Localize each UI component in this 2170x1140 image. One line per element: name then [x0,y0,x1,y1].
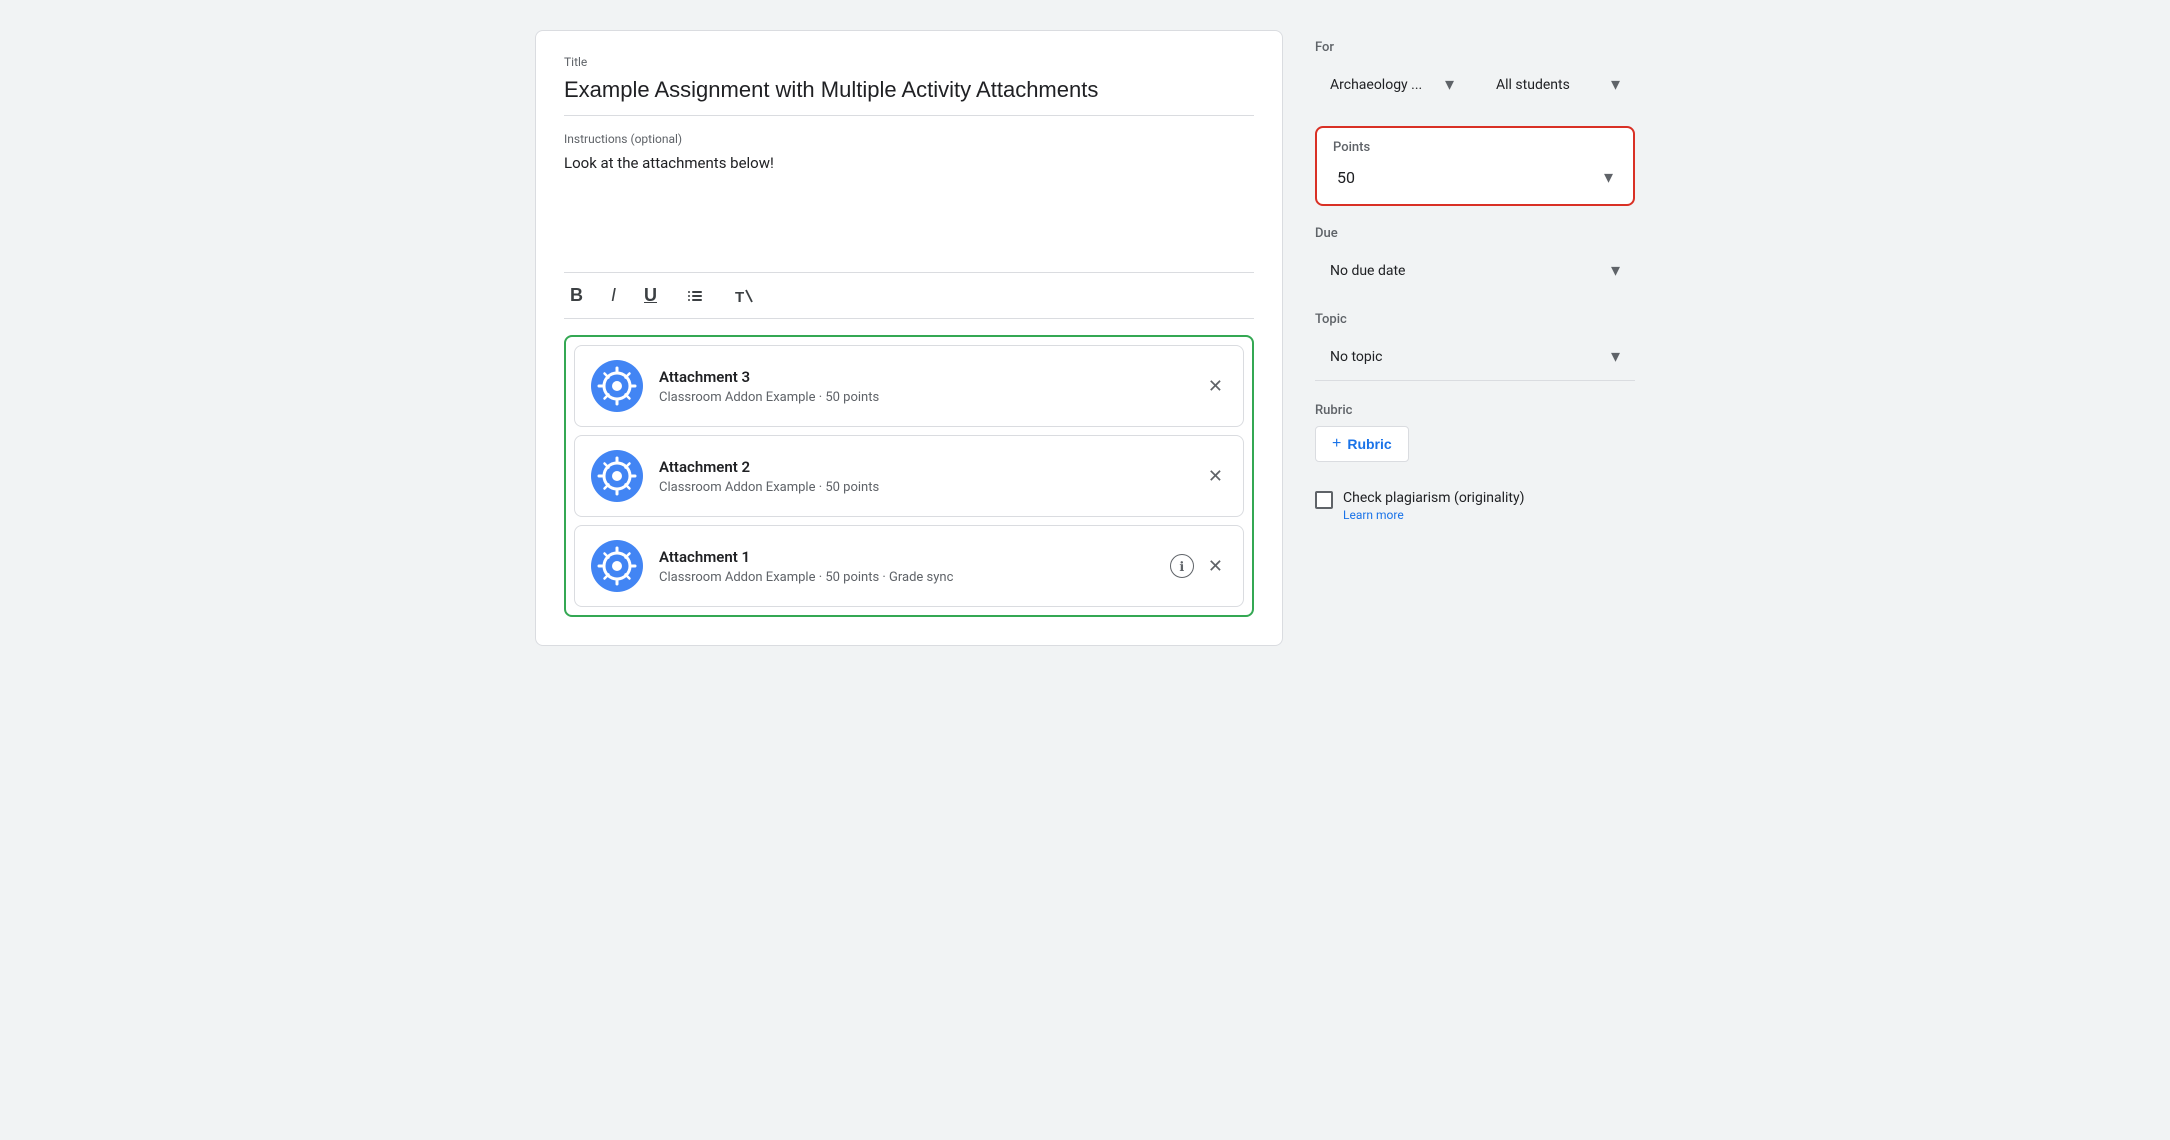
list-button[interactable] [679,282,711,310]
title-input[interactable] [564,73,1254,111]
learn-more-link[interactable]: Learn more [1343,508,1524,522]
rubric-btn-label: Rubric [1347,436,1391,452]
class-dropdown-chevron-icon: ▾ [1445,74,1454,95]
students-dropdown-chevron-icon: ▾ [1611,74,1620,95]
students-dropdown-wrap: All students ▾ [1481,63,1635,106]
points-dropdown[interactable]: 50 ▾ [1333,165,1617,190]
rubric-section: Rubric + Rubric [1315,403,1635,462]
for-row: Archaeology ... ▾ All students ▾ [1315,63,1635,106]
instructions-label: Instructions (optional) [564,132,1254,146]
attachment-title-2: Attachment 2 [659,458,1188,476]
title-field: Title [564,55,1254,111]
class-dropdown-wrap: Archaeology ... ▾ [1315,63,1469,106]
italic-button[interactable]: I [605,281,622,310]
svg-text:T: T [735,289,744,306]
attachment-subtitle-2: Classroom Addon Example · 50 points [659,480,1188,495]
topic-value: No topic [1330,349,1382,365]
attachment-actions-1: ℹ ✕ [1170,553,1227,579]
points-section: Points 50 ▾ [1315,126,1635,206]
due-chevron-icon: ▾ [1611,260,1620,281]
plagiarism-section: Check plagiarism (originality) Learn mor… [1315,490,1635,522]
remove-attachment-1-button[interactable]: ✕ [1204,553,1227,579]
instructions-text[interactable]: Look at the attachments below! [564,152,1254,175]
rubric-plus-icon: + [1332,435,1341,453]
for-section: For Archaeology ... ▾ All students ▾ [1315,40,1635,106]
due-value: No due date [1330,263,1405,279]
points-value: 50 [1337,168,1355,187]
attachment-title-1: Attachment 1 [659,548,1154,566]
points-chevron-icon: ▾ [1604,167,1613,188]
clear-format-button[interactable]: T [727,282,759,310]
topic-section: Topic No topic ▾ [1315,312,1635,383]
addon-icon-2 [591,450,643,502]
addon-icon-3 [591,360,643,412]
list-icon [685,286,705,306]
clear-format-icon: T [733,286,753,306]
for-label: For [1315,40,1635,55]
attachment-subtitle-1: Classroom Addon Example · 50 points · Gr… [659,570,1154,585]
topic-dropdown[interactable]: No topic ▾ [1315,335,1635,378]
addon-icon-1 [591,540,643,592]
underline-button[interactable]: U [638,281,663,310]
remove-attachment-3-button[interactable]: ✕ [1204,373,1227,399]
attachment-card-3: Attachment 3 Classroom Addon Example · 5… [574,345,1244,427]
students-dropdown[interactable]: All students ▾ [1481,63,1635,106]
attachment-info-3: Attachment 3 Classroom Addon Example · 5… [659,368,1188,405]
rubric-button[interactable]: + Rubric [1315,426,1409,462]
due-section: Due No due date ▾ [1315,226,1635,292]
attachment-actions-2: ✕ [1204,463,1227,489]
remove-attachment-2-button[interactable]: ✕ [1204,463,1227,489]
attachment-subtitle-3: Classroom Addon Example · 50 points [659,390,1188,405]
plagiarism-text: Check plagiarism (originality) Learn mor… [1343,490,1524,522]
attachment-info-1: Attachment 1 Classroom Addon Example · 5… [659,548,1154,585]
points-label: Points [1333,140,1617,155]
class-dropdown-value: Archaeology ... [1330,77,1422,93]
attachment-card-2: Attachment 2 Classroom Addon Example · 5… [574,435,1244,517]
assignment-settings: For Archaeology ... ▾ All students ▾ [1315,30,1635,646]
class-dropdown[interactable]: Archaeology ... ▾ [1315,63,1469,106]
topic-divider [1315,380,1635,381]
topic-chevron-icon: ▾ [1611,346,1620,367]
due-label: Due [1315,226,1635,241]
due-dropdown[interactable]: No due date ▾ [1315,249,1635,292]
students-dropdown-value: All students [1496,77,1570,93]
rubric-label: Rubric [1315,403,1635,418]
instructions-field: Instructions (optional) Look at the atta… [564,132,1254,252]
plagiarism-label: Check plagiarism (originality) [1343,490,1524,506]
title-label: Title [564,55,1254,69]
attachments-container: Attachment 3 Classroom Addon Example · 5… [564,335,1254,617]
title-divider [564,115,1254,116]
attachment-title-3: Attachment 3 [659,368,1188,386]
info-attachment-1-button[interactable]: ℹ [1170,554,1194,578]
topic-label: Topic [1315,312,1635,327]
attachment-info-2: Attachment 2 Classroom Addon Example · 5… [659,458,1188,495]
attachment-card-1: Attachment 1 Classroom Addon Example · 5… [574,525,1244,607]
text-toolbar: B I U T [564,272,1254,319]
plagiarism-checkbox[interactable] [1315,491,1333,509]
attachment-actions-3: ✕ [1204,373,1227,399]
assignment-form: Title Instructions (optional) Look at th… [535,30,1283,646]
bold-button[interactable]: B [564,281,589,310]
